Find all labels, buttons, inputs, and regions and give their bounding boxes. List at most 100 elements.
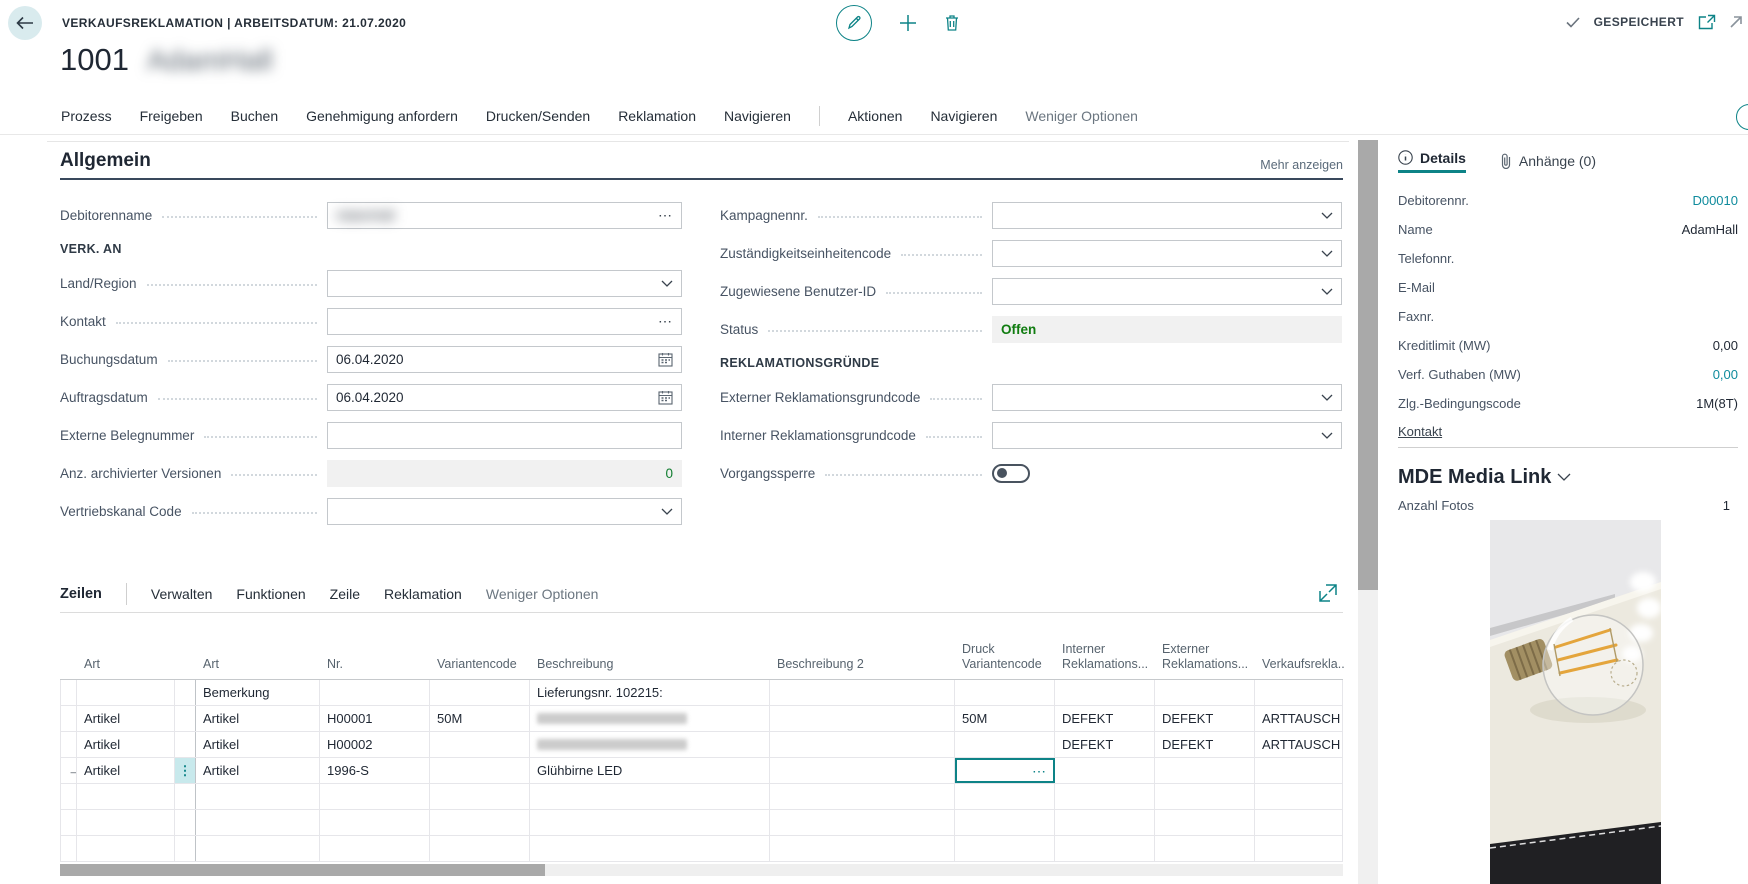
cell-verkauf[interactable]: ARTTAUSCH — [1255, 706, 1343, 731]
cell-art2[interactable]: Bemerkung — [196, 680, 320, 705]
menu-genehmigung-anfordern[interactable]: Genehmigung anfordern — [306, 108, 458, 124]
tab-zeilen[interactable]: Zeilen — [60, 586, 102, 602]
chevron-down-icon[interactable] — [1321, 394, 1333, 401]
focus-mode-icon[interactable] — [1318, 583, 1338, 603]
cell-verkauf[interactable] — [1255, 836, 1343, 861]
photo-thumbnail-led-bulb[interactable] — [1490, 520, 1661, 884]
menu-weniger-optionen[interactable]: Weniger Optionen — [1025, 108, 1138, 124]
assist-edit-icon[interactable]: ⋯ — [658, 316, 673, 326]
cell-druck[interactable] — [955, 810, 1055, 835]
archived-versions-drilldown[interactable]: 0 — [665, 466, 673, 481]
calendar-icon[interactable] — [658, 352, 673, 367]
column-header-beschreibung[interactable]: Beschreibung — [530, 628, 770, 679]
cell-nr[interactable]: H00001 — [320, 706, 430, 731]
menu-navigieren[interactable]: Navigieren — [724, 108, 791, 124]
cell-variantencode[interactable] — [430, 836, 530, 861]
cell-art2[interactable] — [196, 784, 320, 809]
cell-intern[interactable]: DEFEKT — [1055, 706, 1155, 731]
cell-extern[interactable] — [1155, 810, 1255, 835]
cell-druck[interactable]: 50M — [955, 706, 1055, 731]
auftragsdatum-input[interactable]: 06.04.2020 — [327, 384, 682, 411]
cell-art[interactable]: Artikel — [77, 706, 175, 731]
zustaendigkeitseinheitencode-input[interactable] — [992, 240, 1342, 267]
edit-button[interactable] — [836, 5, 872, 41]
cell-nr[interactable]: 1996-S — [320, 758, 430, 783]
column-header-variantencode[interactable]: Variantencode — [430, 628, 530, 679]
chevron-down-icon[interactable] — [1321, 250, 1333, 257]
menu-aktionen[interactable]: Aktionen — [848, 108, 902, 124]
cell-extern[interactable] — [1155, 784, 1255, 809]
assist-edit-icon[interactable]: ⋯ — [658, 210, 673, 220]
zugewiesene-benutzer-id-input[interactable] — [992, 278, 1342, 305]
cell-art2[interactable] — [196, 836, 320, 861]
cell-druck[interactable] — [955, 836, 1055, 861]
new-button[interactable] — [898, 13, 918, 33]
cell-art2[interactable]: Artikel — [196, 706, 320, 731]
chevron-down-icon[interactable] — [661, 280, 673, 287]
cell-extern[interactable] — [1155, 758, 1255, 783]
cell-beschreibung[interactable]: Lieferungsnr. 102215: — [530, 680, 770, 705]
vorgangssperre-toggle[interactable] — [992, 464, 1030, 483]
cell-beschreibung2[interactable] — [770, 706, 955, 731]
cell-nr[interactable] — [320, 680, 430, 705]
menu-buchen[interactable]: Buchen — [231, 108, 278, 124]
debitorenname-input[interactable]: AdamHall ⋯ — [327, 202, 682, 229]
cell-art[interactable] — [77, 836, 175, 861]
tab-anhaenge[interactable]: Anhänge (0) — [1500, 153, 1596, 169]
cell-verkauf[interactable] — [1255, 784, 1343, 809]
cell-extern[interactable] — [1155, 836, 1255, 861]
cell-druck[interactable] — [955, 784, 1055, 809]
cell-verkauf[interactable] — [1255, 810, 1343, 835]
column-header-art[interactable]: Art — [77, 628, 175, 679]
cell-art2[interactable]: Artikel — [196, 758, 320, 783]
back-button[interactable] — [8, 6, 42, 40]
active-cell-druck-variantencode[interactable]: ⋯ — [955, 758, 1055, 783]
cell-beschreibung[interactable] — [530, 784, 770, 809]
kampagnennr-input[interactable] — [992, 202, 1342, 229]
menu-reklamation[interactable]: Reklamation — [618, 108, 696, 124]
column-header-druck[interactable]: Druck Variantencode — [955, 628, 1055, 679]
mde-media-link-header[interactable]: MDE Media Link — [1398, 466, 1571, 489]
open-in-new-window-icon[interactable] — [1698, 14, 1716, 30]
cell-beschreibung[interactable] — [530, 706, 770, 731]
column-header-art2[interactable]: Art — [196, 628, 320, 679]
lines-menu-reklamation[interactable]: Reklamation — [384, 586, 462, 602]
help-icon[interactable]: i — [1736, 104, 1748, 130]
cell-beschreibung[interactable] — [530, 810, 770, 835]
cell-dots[interactable] — [175, 706, 196, 731]
cell-variantencode[interactable] — [430, 810, 530, 835]
cell-art2[interactable]: Artikel — [196, 732, 320, 757]
cell-variantencode[interactable] — [430, 732, 530, 757]
calendar-icon[interactable] — [658, 390, 673, 405]
menu-navigieren-2[interactable]: Navigieren — [930, 108, 997, 124]
cell-dots[interactable] — [175, 784, 196, 809]
cell-verkauf[interactable] — [1255, 680, 1343, 705]
cell-art[interactable]: Artikel — [77, 758, 175, 783]
column-header-verkauf[interactable]: Verkaufsrekla.. — [1255, 628, 1343, 679]
lines-menu-verwalten[interactable]: Verwalten — [151, 586, 212, 602]
cell-dots[interactable] — [175, 680, 196, 705]
chevron-down-icon[interactable] — [661, 508, 673, 515]
delete-button[interactable] — [944, 14, 960, 32]
cell-beschreibung2[interactable] — [770, 758, 955, 783]
cell-beschreibung2[interactable] — [770, 784, 955, 809]
buchungsdatum-input[interactable]: 06.04.2020 — [327, 346, 682, 373]
cell-druck[interactable] — [955, 732, 1055, 757]
chevron-down-icon[interactable] — [1321, 288, 1333, 295]
column-header-beschreibung2[interactable]: Beschreibung 2 — [770, 628, 955, 679]
cell-art[interactable]: Artikel — [77, 732, 175, 757]
externer-reklamationsgrundcode-input[interactable] — [992, 384, 1342, 411]
cell-variantencode[interactable] — [430, 680, 530, 705]
cell-nr[interactable] — [320, 836, 430, 861]
cell-dots[interactable] — [175, 836, 196, 861]
kontakt-link[interactable]: Kontakt — [1398, 424, 1442, 439]
cell-verkauf[interactable] — [1255, 758, 1343, 783]
cell-intern[interactable] — [1055, 680, 1155, 705]
lines-menu-funktionen[interactable]: Funktionen — [236, 586, 305, 602]
popout-arrow-icon[interactable] — [1730, 16, 1742, 28]
kontakt-input[interactable]: ⋯ — [327, 308, 682, 335]
cell-verkauf[interactable]: ARTTAUSCH — [1255, 732, 1343, 757]
column-header-nr[interactable]: Nr. — [320, 628, 430, 679]
interner-reklamationsgrundcode-input[interactable] — [992, 422, 1342, 449]
cell-dots[interactable] — [175, 732, 196, 757]
